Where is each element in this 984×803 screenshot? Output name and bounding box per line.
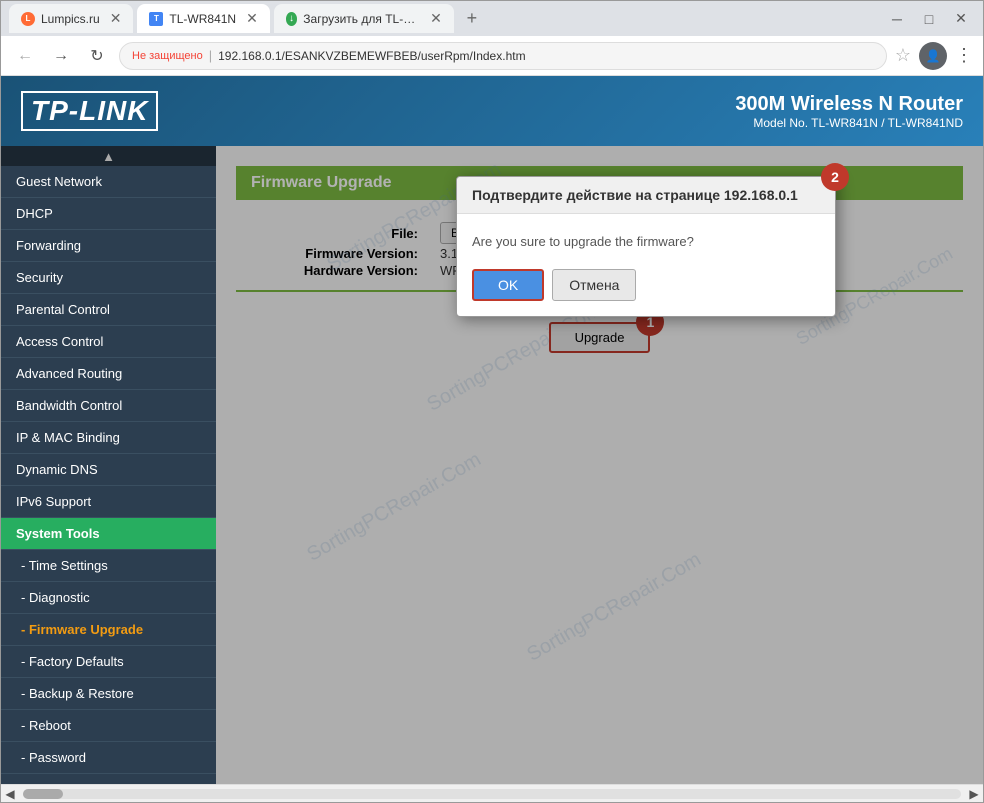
new-tab-button[interactable]: +	[458, 5, 486, 33]
tab-label-dl: Загрузить для TL-WR84...	[303, 12, 420, 26]
back-button[interactable]: ←	[11, 42, 39, 70]
profile-button[interactable]: 👤	[919, 42, 947, 70]
sidebar-scroll-up[interactable]: ▲	[1, 146, 216, 166]
minimize-button[interactable]: ─	[883, 5, 911, 33]
scroll-right-button[interactable]: ▶	[965, 785, 983, 803]
tab-lumpics[interactable]: L Lumpics.ru ✕	[9, 4, 133, 33]
sidebar-item-guest-network[interactable]: Guest Network	[1, 166, 216, 198]
router-page: TP-LINK 300M Wireless N Router Model No.…	[1, 76, 983, 784]
tab-close-tl[interactable]: ✕	[246, 10, 258, 27]
confirmation-dialog: Подтвердите действие на странице 192.168…	[456, 176, 836, 317]
maximize-button[interactable]: □	[915, 5, 943, 33]
tab-tl-wr841n[interactable]: T TL-WR841N ✕	[137, 4, 269, 33]
badge-2: 2	[821, 163, 849, 191]
scrollbar-track	[23, 789, 961, 799]
sidebar-item-dhcp[interactable]: DHCP	[1, 198, 216, 230]
refresh-button[interactable]: ↻	[83, 42, 111, 70]
sidebar-item-reboot[interactable]: - Reboot	[1, 710, 216, 742]
tab-download[interactable]: ↓ Загрузить для TL-WR84... ✕	[274, 4, 454, 33]
sidebar-item-ip-mac-binding[interactable]: IP & MAC Binding	[1, 422, 216, 454]
dialog-overlay: Подтвердите действие на странице 192.168…	[216, 146, 983, 784]
title-bar: L Lumpics.ru ✕ T TL-WR841N ✕ ↓ Загрузить…	[1, 1, 983, 36]
window-controls: ─ □ ✕	[883, 5, 975, 33]
sidebar-item-backup-restore[interactable]: - Backup & Restore	[1, 678, 216, 710]
tab-close-dl[interactable]: ✕	[430, 10, 442, 27]
sidebar: ▲ Guest Network DHCP Forwarding Security…	[1, 146, 216, 784]
tab-label-lumpics: Lumpics.ru	[41, 12, 100, 26]
sidebar-item-password[interactable]: - Password	[1, 742, 216, 774]
not-secure-label: Не защищено	[132, 50, 203, 62]
close-button[interactable]: ✕	[947, 5, 975, 33]
sidebar-item-ipv6-support[interactable]: IPv6 Support	[1, 486, 216, 518]
tab-favicon-tl: T	[149, 12, 163, 26]
tp-link-logo: TP-LINK	[21, 91, 158, 131]
sidebar-item-system-log[interactable]: - System Log	[1, 774, 216, 784]
router-model: 300M Wireless N Router Model No. TL-WR84…	[735, 93, 963, 130]
sidebar-item-forwarding[interactable]: Forwarding	[1, 230, 216, 262]
tab-close-lumpics[interactable]: ✕	[110, 10, 122, 27]
router-header: TP-LINK 300M Wireless N Router Model No.…	[1, 76, 983, 146]
sidebar-item-time-settings[interactable]: - Time Settings	[1, 550, 216, 582]
sidebar-item-factory-defaults[interactable]: - Factory Defaults	[1, 646, 216, 678]
sidebar-item-firmware-upgrade[interactable]: - Firmware Upgrade	[1, 614, 216, 646]
tab-favicon-lumpics: L	[21, 12, 35, 26]
router-model-name: 300M Wireless N Router	[735, 93, 963, 116]
dialog-message: Are you sure to upgrade the firmware?	[472, 234, 820, 249]
scroll-left-button[interactable]: ◀	[1, 785, 19, 803]
sidebar-item-parental-control[interactable]: Parental Control	[1, 294, 216, 326]
router-model-number: Model No. TL-WR841N / TL-WR841ND	[735, 116, 963, 130]
url-text: 192.168.0.1/ESANKVZBEMEWFBEB/userRpm/Ind…	[218, 49, 525, 63]
sidebar-item-access-control[interactable]: Access Control	[1, 326, 216, 358]
sidebar-item-security[interactable]: Security	[1, 262, 216, 294]
router-body: ▲ Guest Network DHCP Forwarding Security…	[1, 146, 983, 784]
bottom-scrollbar: ◀ ▶	[1, 784, 983, 802]
scrollbar-thumb[interactable]	[23, 789, 63, 799]
dialog-cancel-button[interactable]: Отмена	[552, 269, 636, 301]
main-content: SortingPCRepair.Com SortingPCRepair.Com …	[216, 146, 983, 784]
dialog-title: Подтвердите действие на странице 192.168…	[457, 177, 835, 214]
bookmark-button[interactable]: ☆	[895, 45, 911, 66]
sidebar-item-diagnostic[interactable]: - Diagnostic	[1, 582, 216, 614]
tab-label-tl: TL-WR841N	[169, 12, 236, 26]
forward-button[interactable]: →	[47, 42, 75, 70]
tab-favicon-dl: ↓	[286, 12, 297, 26]
dialog-buttons: OK Отмена	[472, 269, 820, 301]
dialog-ok-button[interactable]: OK	[472, 269, 544, 301]
sidebar-item-bandwidth-control[interactable]: Bandwidth Control	[1, 390, 216, 422]
sidebar-item-advanced-routing[interactable]: Advanced Routing	[1, 358, 216, 390]
sidebar-item-dynamic-dns[interactable]: Dynamic DNS	[1, 454, 216, 486]
dialog-body: Are you sure to upgrade the firmware? OK…	[457, 214, 835, 316]
address-bar: ← → ↻ Не защищено | 192.168.0.1/ESANKVZB…	[1, 36, 983, 76]
browser-menu-button[interactable]: ⋮	[955, 45, 973, 66]
address-input[interactable]: Не защищено | 192.168.0.1/ESANKVZBEMEWFB…	[119, 42, 887, 70]
sidebar-item-system-tools[interactable]: System Tools	[1, 518, 216, 550]
browser-window: L Lumpics.ru ✕ T TL-WR841N ✕ ↓ Загрузить…	[0, 0, 984, 803]
url-separator: |	[209, 48, 212, 63]
